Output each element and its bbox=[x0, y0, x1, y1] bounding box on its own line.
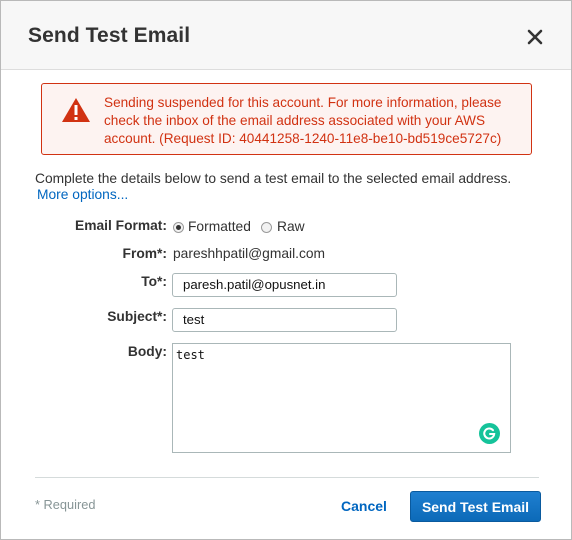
close-button[interactable] bbox=[525, 27, 545, 47]
grammarly-glyph bbox=[483, 427, 496, 440]
email-format-label: Email Format: bbox=[75, 218, 167, 233]
send-test-email-button[interactable]: Send Test Email bbox=[410, 491, 541, 522]
warning-icon bbox=[62, 98, 90, 122]
subject-label: Subject*: bbox=[107, 309, 167, 324]
error-alert: Sending suspended for this account. For … bbox=[41, 83, 532, 155]
radio-formatted-label[interactable]: Formatted bbox=[188, 219, 251, 234]
radio-raw-label[interactable]: Raw bbox=[277, 219, 305, 234]
footer-divider bbox=[35, 477, 539, 478]
dialog-title: Send Test Email bbox=[28, 24, 191, 47]
dialog-header: Send Test Email bbox=[1, 1, 571, 70]
to-label: To*: bbox=[141, 274, 167, 289]
radio-raw[interactable] bbox=[261, 222, 272, 233]
body-label: Body: bbox=[127, 344, 167, 359]
alert-message: Sending suspended for this account. For … bbox=[104, 95, 502, 146]
radio-formatted[interactable] bbox=[173, 222, 184, 233]
intro-text: Complete the details below to send a tes… bbox=[35, 171, 512, 186]
grammarly-icon[interactable] bbox=[479, 423, 500, 444]
from-value: pareshhpatil@gmail.com bbox=[173, 246, 326, 261]
from-label: From*: bbox=[122, 246, 167, 261]
required-note: * Required bbox=[35, 497, 96, 512]
to-field[interactable]: paresh.patil@opusnet.in bbox=[172, 273, 397, 297]
cancel-button[interactable]: Cancel bbox=[341, 498, 387, 514]
close-icon bbox=[527, 29, 543, 45]
more-options-link[interactable]: More options... bbox=[37, 187, 128, 202]
subject-field[interactable]: test bbox=[172, 308, 397, 332]
body-textarea[interactable]: test bbox=[172, 343, 511, 453]
send-test-email-dialog: Send Test Email Sending suspended for th… bbox=[0, 0, 572, 540]
